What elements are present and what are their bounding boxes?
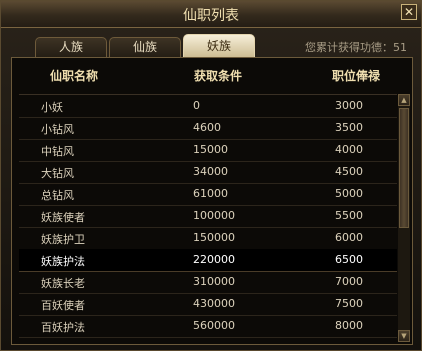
table-row[interactable]: 妖族长老 310000 7000 — [19, 271, 397, 294]
job-name-cell: 总钻风 — [41, 189, 74, 202]
requirement-cell: 4600 — [193, 121, 221, 134]
job-name-cell: 妖族护法 — [41, 255, 85, 268]
scroll-up-icon[interactable]: ▲ — [398, 94, 410, 106]
table-row[interactable]: 小妖 0 3000 — [19, 95, 397, 118]
table-header: 仙职名称 获取条件 职位俸禄 — [12, 58, 412, 90]
job-list: 小妖 0 3000 小钻风 4600 3500 中钻风 15000 4000 大钻风 34000 45… — [19, 94, 397, 343]
salary-cell: 7000 — [335, 275, 363, 288]
table-row[interactable]: 大钻风 34000 4500 — [19, 161, 397, 184]
salary-cell: 3500 — [335, 121, 363, 134]
tab-bar: 人族 仙族 妖族 您累计获得功德：51 — [11, 33, 413, 57]
salary-cell: 5500 — [335, 209, 363, 222]
requirement-cell: 15000 — [193, 143, 228, 156]
job-name-cell: 妖族护卫 — [41, 233, 85, 246]
merit-total-label: 您累计获得功德：51 — [305, 41, 407, 54]
job-name-cell: 小妖 — [41, 101, 63, 114]
table-row[interactable]: 百妖使者 430000 7500 — [19, 293, 397, 316]
column-header-salary: 职位俸禄 — [332, 69, 381, 83]
salary-cell: 6500 — [335, 253, 363, 266]
table-row[interactable]: 妖族使者 100000 5500 — [19, 205, 397, 228]
job-table-panel: 仙职名称 获取条件 职位俸禄 小妖 0 3000 小钻风 4600 3500 中钻风 1500… — [11, 57, 413, 345]
table-row[interactable]: 小钻风 4600 3500 — [19, 117, 397, 140]
salary-cell: 4000 — [335, 143, 363, 156]
job-name-cell: 妖族长老 — [41, 277, 85, 290]
salary-cell: 8000 — [335, 319, 363, 332]
table-row[interactable]: 总钻风 61000 5000 — [19, 183, 397, 206]
table-row[interactable]: 妖族护法 220000 6500 — [19, 249, 397, 272]
scroll-down-icon[interactable]: ▼ — [398, 330, 410, 342]
job-name-cell: 小钻风 — [41, 123, 74, 136]
table-row[interactable]: 中钻风 15000 4000 — [19, 139, 397, 162]
salary-cell: 5000 — [335, 187, 363, 200]
tab-immortal[interactable]: 仙族 — [109, 37, 181, 57]
requirement-cell: 100000 — [193, 209, 235, 222]
column-header-name: 仙职名称 — [50, 69, 99, 83]
salary-cell: 7500 — [335, 297, 363, 310]
job-name-cell: 中钻风 — [41, 145, 74, 158]
table-row[interactable]: 百妖护法 560000 8000 — [19, 315, 397, 338]
title-bar: 仙职列表 ✕ — [1, 1, 421, 28]
scrollbar-thumb[interactable] — [399, 108, 409, 228]
requirement-cell: 560000 — [193, 319, 235, 332]
job-list-window: 仙职列表 ✕ 人族 仙族 妖族 您累计获得功德：51 仙职名称 获取条件 职位俸… — [0, 0, 422, 351]
scrollbar[interactable]: ▲ ▼ — [398, 94, 410, 342]
job-name-cell: 百妖使者 — [41, 299, 85, 312]
job-name-cell: 大钻风 — [41, 167, 74, 180]
requirement-cell: 220000 — [193, 253, 235, 266]
column-header-requirement: 获取条件 — [194, 69, 243, 83]
window-title: 仙职列表 — [183, 8, 239, 24]
table-row[interactable]: 妖族护卫 150000 6000 — [19, 227, 397, 250]
job-name-cell: 妖族使者 — [41, 211, 85, 224]
requirement-cell: 34000 — [193, 165, 228, 178]
salary-cell: 4500 — [335, 165, 363, 178]
close-icon[interactable]: ✕ — [401, 4, 417, 20]
requirement-cell: 61000 — [193, 187, 228, 200]
salary-cell: 6000 — [335, 231, 363, 244]
salary-cell: 3000 — [335, 99, 363, 112]
requirement-cell: 0 — [193, 99, 200, 112]
requirement-cell: 430000 — [193, 297, 235, 310]
requirement-cell: 150000 — [193, 231, 235, 244]
tab-demon[interactable]: 妖族 — [183, 34, 255, 57]
requirement-cell: 310000 — [193, 275, 235, 288]
tab-human[interactable]: 人族 — [35, 37, 107, 57]
job-name-cell: 百妖护法 — [41, 321, 85, 334]
